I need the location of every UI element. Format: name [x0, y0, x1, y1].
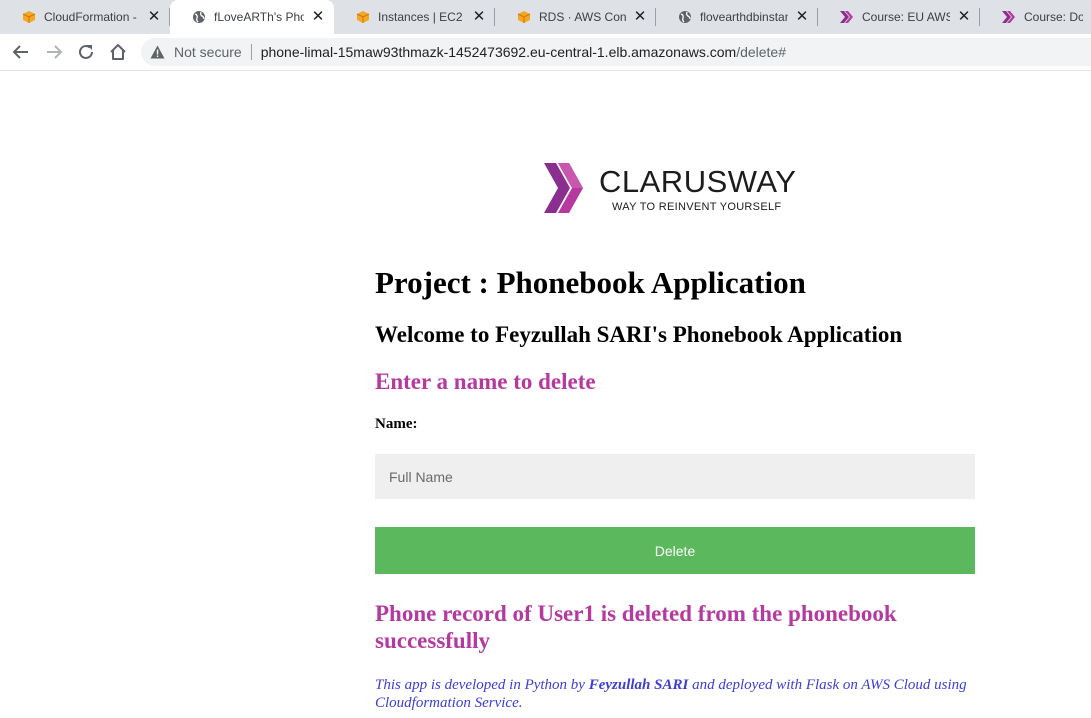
page-title: Project : Phonebook Application	[375, 265, 806, 300]
browser-tab-active[interactable]: fLoveARTh's Phone ✕	[170, 0, 334, 34]
tab-close-icon[interactable]: ✕	[310, 9, 326, 25]
security-status[interactable]: Not secure	[174, 44, 242, 60]
tab-title: Instances | EC2 Ma	[378, 10, 465, 24]
browser-tab-strip: CloudFormation - ✕ fLoveARTh's Phone ✕ I…	[0, 0, 1091, 34]
tab-title: fLoveARTh's Phone	[214, 10, 304, 24]
reload-icon[interactable]	[74, 40, 98, 64]
clarusway-chevron-icon	[1001, 9, 1017, 25]
clarusway-chevron-icon	[544, 163, 583, 213]
globe-icon	[677, 9, 693, 25]
name-label: Name:	[375, 416, 418, 432]
footer-author: Feyzullah SARI	[588, 677, 689, 693]
globe-icon	[191, 9, 207, 25]
browser-tab[interactable]: CloudFormation - ✕	[0, 0, 170, 34]
clarusway-chevron-icon	[839, 9, 855, 25]
delete-button[interactable]: Delete	[375, 527, 975, 574]
home-icon[interactable]	[106, 40, 130, 64]
url-path: /delete#	[736, 44, 787, 60]
browser-tab[interactable]: Course: EU AWS/D ✕	[818, 0, 980, 34]
back-arrow-icon[interactable]	[9, 40, 33, 64]
address-bar[interactable]: Not secure phone-limal-15maw93thmazk-145…	[141, 38, 1091, 66]
tab-title: Course: EU AWS/D	[862, 10, 950, 24]
logo-tagline: WAY TO REINVENT YOURSELF	[612, 201, 782, 213]
tab-close-icon[interactable]: ✕	[632, 9, 648, 25]
browser-tab[interactable]: RDS · AWS Console ✕	[495, 0, 656, 34]
footer-prefix: This app is developed in Python by	[375, 677, 589, 693]
logo-wordmark: CLARUSWAY	[599, 164, 797, 199]
clarusway-logo: CLARUSWAY WAY TO REINVENT YOURSELF	[542, 160, 812, 216]
tab-close-icon[interactable]: ✕	[956, 9, 972, 25]
footer-credit: This app is developed in Python by Feyzu…	[375, 676, 985, 712]
forward-arrow-icon[interactable]	[42, 40, 66, 64]
warning-triangle-icon[interactable]	[150, 44, 166, 60]
tab-close-icon[interactable]: ✕	[471, 9, 487, 25]
delete-section-title: Enter a name to delete	[375, 369, 596, 394]
browser-tab[interactable]: flovearthdbinstanc ✕	[656, 0, 818, 34]
tab-title: CloudFormation -	[44, 10, 137, 24]
tab-title: flovearthdbinstanc	[700, 10, 788, 24]
tab-title: RDS · AWS Console	[539, 10, 626, 24]
tab-close-icon[interactable]: ✕	[146, 9, 162, 25]
aws-box-icon	[355, 9, 371, 25]
result-message: Phone record of User1 is deleted from th…	[375, 601, 897, 653]
aws-box-icon	[21, 9, 37, 25]
address-divider	[250, 44, 252, 60]
browser-tab[interactable]: Course: Docke	[980, 0, 1091, 34]
browser-toolbar: Not secure phone-limal-15maw93thmazk-145…	[0, 34, 1091, 71]
browser-tab[interactable]: Instances | EC2 Ma ✕	[334, 0, 495, 34]
tab-close-icon[interactable]: ✕	[794, 9, 810, 25]
name-input[interactable]	[375, 454, 975, 499]
aws-box-icon	[516, 9, 532, 25]
url-host: phone-limal-15maw93thmazk-1452473692.eu-…	[260, 44, 737, 60]
tab-title: Course: Docke	[1024, 10, 1083, 24]
welcome-heading: Welcome to Feyzullah SARI's Phonebook Ap…	[375, 322, 903, 347]
